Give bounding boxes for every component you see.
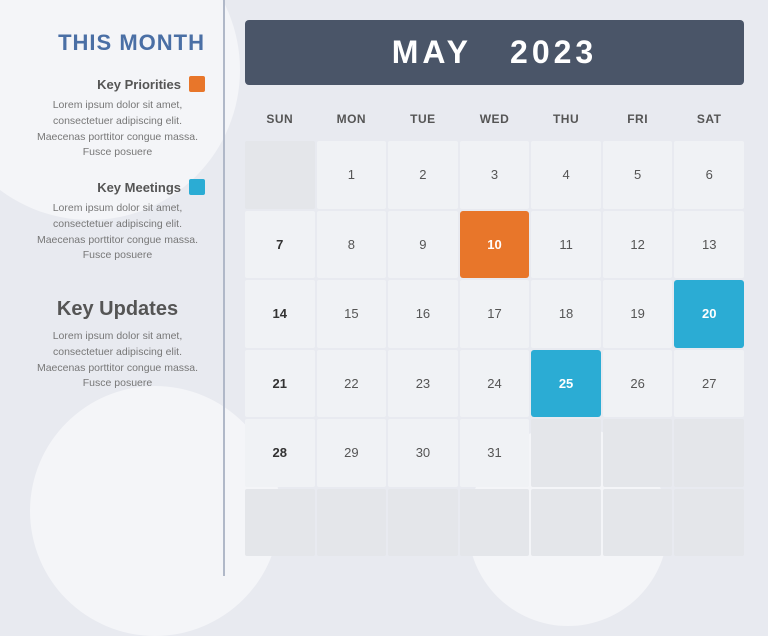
day-cell: 13 [674,211,744,279]
main-container: THIS MONTH Key Priorities Lorem ipsum do… [0,0,768,576]
calendar-week-3: 14151617181920 [245,280,744,348]
sidebar: THIS MONTH Key Priorities Lorem ipsum do… [0,0,225,576]
day-cell [603,419,673,487]
day-cell: 18 [531,280,601,348]
day-cell: 20 [674,280,744,348]
day-header-fri: FRI [603,101,673,137]
day-cell: 16 [388,280,458,348]
day-header-sun: SUN [245,101,315,137]
day-header-thu: THU [531,101,601,137]
meetings-label: Key Meetings [97,180,181,195]
priorities-text: Lorem ipsum dolor sit amet, consectetuer… [30,98,205,161]
day-cell: 1 [317,141,387,209]
day-cell: 7 [245,211,315,279]
day-header-wed: WED [460,101,530,137]
day-cell: 17 [460,280,530,348]
day-cell [674,489,744,557]
calendar-week-2: 78910111213 [245,211,744,279]
priorities-label-row: Key Priorities [30,76,205,92]
day-cell [317,489,387,557]
updates-text: Lorem ipsum dolor sit amet, consectetuer… [30,329,205,392]
priorities-section: Key Priorities Lorem ipsum dolor sit ame… [30,76,205,161]
priorities-color-indicator [189,76,205,92]
calendar-grid: SUNMONTUEWEDTHUFRISAT 123456789101112131… [245,101,744,556]
updates-title: Key Updates [30,298,205,321]
calendar-area: MAY 2023 SUNMONTUEWEDTHUFRISAT 123456789… [225,0,768,576]
day-cell: 24 [460,350,530,418]
day-cell [460,489,530,557]
day-cell [388,489,458,557]
calendar-header-row: SUNMONTUEWEDTHUFRISAT [245,101,744,137]
sidebar-divider [223,0,225,576]
day-cell: 30 [388,419,458,487]
day-cell: 29 [317,419,387,487]
day-cell: 26 [603,350,673,418]
day-cell: 11 [531,211,601,279]
day-cell: 8 [317,211,387,279]
day-cell: 15 [317,280,387,348]
day-cell: 2 [388,141,458,209]
day-cell: 23 [388,350,458,418]
day-cell [603,489,673,557]
day-cell [674,419,744,487]
day-cell: 28 [245,419,315,487]
calendar-week-5: 28293031 [245,419,744,487]
calendar-title: MAY 2023 [265,34,724,71]
meetings-text: Lorem ipsum dolor sit amet, consectetuer… [30,201,205,264]
day-cell: 3 [460,141,530,209]
sidebar-title: THIS MONTH [30,30,205,56]
day-cell: 27 [674,350,744,418]
day-cell: 22 [317,350,387,418]
day-cell [531,489,601,557]
day-cell [245,489,315,557]
day-cell [245,141,315,209]
day-cell: 25 [531,350,601,418]
day-cell: 21 [245,350,315,418]
day-cell: 6 [674,141,744,209]
day-header-tue: TUE [388,101,458,137]
day-header-mon: MON [317,101,387,137]
day-cell: 10 [460,211,530,279]
day-cell [531,419,601,487]
day-cell: 9 [388,211,458,279]
updates-section: Key Updates Lorem ipsum dolor sit amet, … [30,282,205,392]
meetings-label-row: Key Meetings [30,179,205,195]
calendar-year: 2023 [510,34,597,70]
calendar-header: MAY 2023 [245,20,744,85]
day-cell: 12 [603,211,673,279]
calendar-week-1: 123456 [245,141,744,209]
calendar-week-4: 21222324252627 [245,350,744,418]
priorities-label: Key Priorities [97,77,181,92]
day-cell: 5 [603,141,673,209]
meetings-color-indicator [189,179,205,195]
day-cell: 19 [603,280,673,348]
day-header-sat: SAT [674,101,744,137]
meetings-section: Key Meetings Lorem ipsum dolor sit amet,… [30,179,205,264]
calendar-month: MAY [392,34,472,70]
day-cell: 31 [460,419,530,487]
day-cell: 14 [245,280,315,348]
calendar-week-6 [245,489,744,557]
day-cell: 4 [531,141,601,209]
